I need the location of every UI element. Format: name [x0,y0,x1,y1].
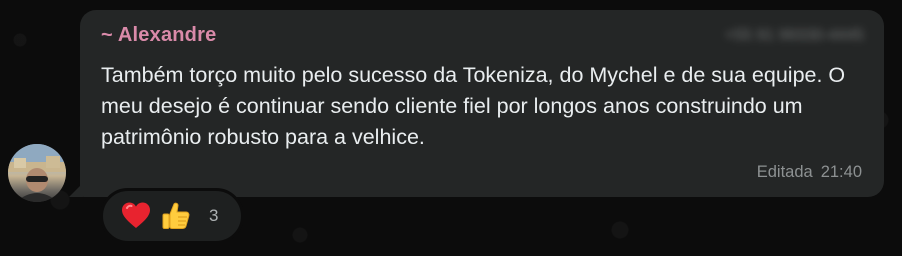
heart-icon [119,199,153,233]
sender-name[interactable]: ~ Alexandre [101,24,216,47]
sender-phone: +55 91 99330-4445 [724,27,864,44]
avatar[interactable] [8,144,66,202]
thumbs-up-icon [159,199,193,233]
message-meta: Editada 21:40 [757,163,862,182]
reactions-pill[interactable]: 3 [100,188,244,244]
message-bubble[interactable]: ~ Alexandre +55 91 99330-4445 Também tor… [80,10,884,197]
message-time: 21:40 [820,163,862,181]
edited-label: Editada [756,163,813,181]
reaction-count: 3 [209,206,219,225]
message-text: Também torço muito pelo sucesso da Token… [101,63,846,149]
